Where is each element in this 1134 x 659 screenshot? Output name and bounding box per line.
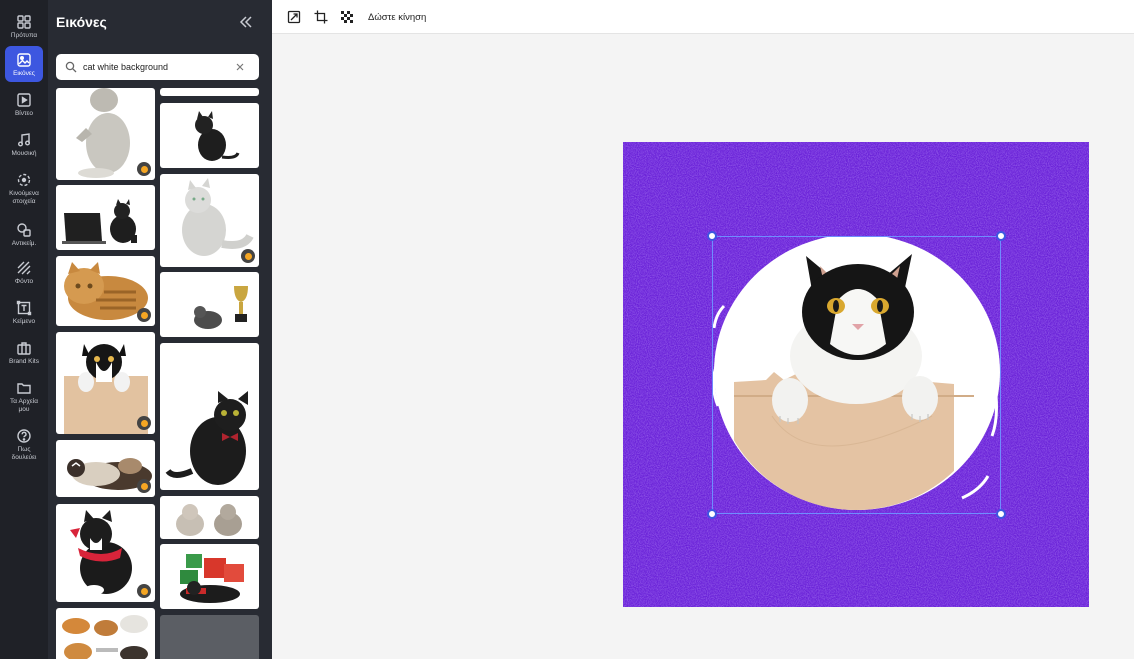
rail-item-label: Φόντο xyxy=(14,278,34,285)
image-result[interactable] xyxy=(56,608,155,659)
close-icon[interactable] xyxy=(235,62,245,72)
kittens-image xyxy=(176,504,242,536)
images-panel: Εικόνες xyxy=(48,0,272,659)
rail-item-images[interactable]: Εικόνες xyxy=(5,46,43,82)
image-result[interactable] xyxy=(160,103,259,168)
music-icon xyxy=(18,133,30,147)
templates-icon xyxy=(17,15,31,29)
resize-handle-top-right[interactable] xyxy=(996,231,1006,241)
cat-with-laptop-image xyxy=(62,199,137,244)
left-nav-rail: Πρότυπα Εικόνες Βίντεο Μουσική Κινούμενα… xyxy=(0,0,48,659)
folder-icon xyxy=(17,383,31,394)
animated-elements-icon xyxy=(17,173,31,187)
shapes-icon xyxy=(17,223,31,237)
resize-icon[interactable] xyxy=(287,10,301,24)
image-result[interactable] xyxy=(160,496,259,539)
selection-box xyxy=(712,236,1001,514)
image-result[interactable] xyxy=(56,185,155,250)
image-result[interactable] xyxy=(160,88,259,96)
rail-item-label: Μουσική xyxy=(11,150,37,157)
black-cat-bowtie-image xyxy=(165,391,248,485)
rail-item-how-it-works[interactable]: Πως δουλεύει xyxy=(5,422,43,464)
premium-badge xyxy=(137,584,151,598)
animate-button[interactable]: Δώστε κίνηση xyxy=(368,12,426,23)
rail-item-label: Αντικείμ. xyxy=(11,240,37,247)
image-result[interactable] xyxy=(56,332,155,434)
rail-item-background[interactable]: Φόντο xyxy=(5,254,43,286)
cat-with-trophy-image xyxy=(194,286,248,329)
premium-badge xyxy=(137,416,151,430)
rotate-handle[interactable] xyxy=(707,231,717,241)
cat-collection-image xyxy=(62,615,148,659)
text-icon xyxy=(16,300,32,316)
black-cat-image xyxy=(195,111,240,161)
rail-item-music[interactable]: Μουσική xyxy=(5,126,43,158)
premium-badge xyxy=(137,308,151,322)
premium-badge xyxy=(241,249,255,263)
rail-item-label: Brand Kits xyxy=(9,358,39,365)
rail-item-video[interactable]: Βίντεο xyxy=(5,86,43,118)
search-input[interactable] xyxy=(83,62,233,72)
briefcase-icon xyxy=(17,342,31,355)
resize-handle-bottom-left[interactable] xyxy=(707,509,717,519)
transparency-icon[interactable] xyxy=(340,10,354,24)
background-icon xyxy=(17,261,31,275)
premium-badge xyxy=(137,162,151,176)
image-result[interactable] xyxy=(56,504,155,602)
rail-item-label: Εικόνες xyxy=(13,70,35,77)
help-icon xyxy=(17,429,31,443)
image-result[interactable] xyxy=(160,272,259,337)
resize-handle-bottom-right[interactable] xyxy=(996,509,1006,519)
rail-item-label: Πρότυπα xyxy=(10,32,38,39)
image-result[interactable] xyxy=(56,88,155,180)
double-chevron-left-icon[interactable] xyxy=(238,14,254,30)
premium-badge xyxy=(137,479,151,493)
image-result[interactable] xyxy=(160,174,259,267)
rail-item-label: Πως δουλεύει xyxy=(11,446,37,461)
rail-item-label: Τα Αρχεία μου xyxy=(9,398,38,413)
rail-item-label: Κινούμενα στοιχεία xyxy=(9,190,39,205)
rail-item-brand-kits[interactable]: Brand Kits xyxy=(5,334,43,366)
image-icon xyxy=(17,53,31,67)
search-icon xyxy=(65,61,77,73)
search-box xyxy=(56,54,259,80)
video-icon xyxy=(17,93,31,107)
rail-item-label: Βίντεο xyxy=(14,110,34,117)
image-result[interactable] xyxy=(56,256,155,326)
cat-with-gifts-image xyxy=(180,554,244,603)
rail-item-animated-elements[interactable]: Κινούμενα στοιχεία xyxy=(5,166,43,208)
crop-icon[interactable] xyxy=(314,10,328,24)
rail-item-my-files[interactable]: Τα Αρχεία μου xyxy=(5,374,43,416)
image-result[interactable] xyxy=(160,615,259,659)
image-result[interactable] xyxy=(160,343,259,490)
panel-title: Εικόνες xyxy=(56,14,107,30)
image-result[interactable] xyxy=(160,544,259,609)
rail-item-text[interactable]: Κείμενο xyxy=(5,294,43,326)
image-results-grid xyxy=(48,88,272,659)
top-toolbar: Δώστε κίνηση xyxy=(272,0,1134,34)
image-result[interactable] xyxy=(56,440,155,497)
rail-item-templates[interactable]: Πρότυπα xyxy=(5,8,43,40)
rail-item-label: Κείμενο xyxy=(12,318,36,325)
rail-item-shapes[interactable]: Αντικείμ. xyxy=(5,216,43,248)
